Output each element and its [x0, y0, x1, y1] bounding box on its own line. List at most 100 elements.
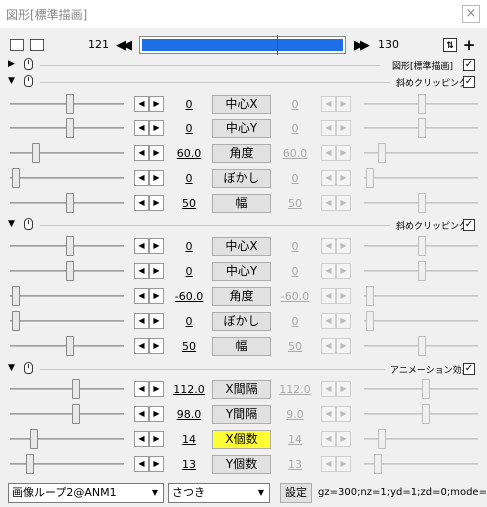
decrement-icon[interactable]: ◀ — [321, 406, 336, 422]
right-slider-thumb[interactable] — [366, 311, 374, 331]
close-button[interactable]: × — [462, 5, 480, 23]
left-stepper[interactable]: ◀ ▶ — [134, 145, 164, 161]
section-header-anim[interactable]: ▼ アニメーション効果 ✓ — [0, 362, 487, 377]
increment-icon[interactable]: ▶ — [149, 195, 164, 211]
collapse-triangle-icon[interactable]: ▼ — [8, 219, 15, 229]
increment-icon[interactable]: ▶ — [149, 170, 164, 186]
left-slider-track[interactable] — [10, 388, 124, 390]
param-button[interactable]: 幅 — [212, 337, 271, 356]
decrement-icon[interactable]: ◀ — [321, 313, 336, 329]
increment-icon[interactable]: ▶ — [336, 238, 351, 254]
right-stepper[interactable]: ◀ ▶ — [321, 238, 351, 254]
decrement-icon[interactable]: ◀ — [134, 145, 149, 161]
increment-icon[interactable]: ▶ — [149, 381, 164, 397]
camera-icon[interactable] — [10, 39, 24, 51]
left-slider-thumb[interactable] — [32, 143, 40, 163]
right-value[interactable]: 13 — [272, 458, 318, 471]
right-value[interactable]: 0 — [272, 265, 318, 278]
decrement-icon[interactable]: ◀ — [321, 238, 336, 254]
param-button[interactable]: 中心X — [212, 237, 271, 256]
left-value[interactable]: 14 — [166, 433, 212, 446]
right-value[interactable]: 0 — [272, 98, 318, 111]
left-value[interactable]: 0 — [166, 265, 212, 278]
right-stepper[interactable]: ◀ ▶ — [321, 263, 351, 279]
left-value[interactable]: 0 — [166, 315, 212, 328]
collapse-triangle-icon[interactable]: ▼ — [8, 76, 15, 86]
decrement-icon[interactable]: ◀ — [134, 263, 149, 279]
param-button[interactable]: 中心Y — [212, 119, 271, 138]
left-value[interactable]: 50 — [166, 197, 212, 210]
section-checkbox[interactable]: ✓ — [463, 59, 475, 71]
section-header-shape[interactable]: ▶ 図形[標準描画] ✓ — [0, 58, 487, 73]
right-stepper[interactable]: ◀ ▶ — [321, 338, 351, 354]
decrement-icon[interactable]: ◀ — [134, 381, 149, 397]
left-value[interactable]: 112.0 — [166, 383, 212, 396]
section-checkbox[interactable]: ✓ — [463, 219, 475, 231]
right-stepper[interactable]: ◀ ▶ — [321, 96, 351, 112]
right-stepper[interactable]: ◀ ▶ — [321, 381, 351, 397]
left-value[interactable]: 0 — [166, 122, 212, 135]
right-slider-track[interactable] — [364, 295, 478, 297]
right-slider-track[interactable] — [364, 320, 478, 322]
right-stepper[interactable]: ◀ ▶ — [321, 406, 351, 422]
increment-icon[interactable]: ▶ — [336, 456, 351, 472]
left-slider-track[interactable] — [10, 413, 124, 415]
increment-icon[interactable]: ▶ — [149, 338, 164, 354]
decrement-icon[interactable]: ◀ — [321, 120, 336, 136]
timeline-bar[interactable] — [139, 35, 346, 55]
left-slider-thumb[interactable] — [66, 236, 74, 256]
right-value[interactable]: 0 — [272, 122, 318, 135]
left-stepper[interactable]: ◀ ▶ — [134, 431, 164, 447]
left-value[interactable]: 13 — [166, 458, 212, 471]
timeline-marker[interactable] — [277, 35, 278, 55]
right-slider-track[interactable] — [364, 413, 478, 415]
param-button[interactable]: X間隔 — [212, 380, 271, 399]
right-value[interactable]: 14 — [272, 433, 318, 446]
decrement-icon[interactable]: ◀ — [134, 238, 149, 254]
right-value[interactable]: 50 — [272, 340, 318, 353]
right-value[interactable]: 0 — [272, 315, 318, 328]
left-slider-thumb[interactable] — [26, 454, 34, 474]
param-button[interactable]: 幅 — [212, 194, 271, 213]
left-slider-thumb[interactable] — [66, 94, 74, 114]
left-slider-thumb[interactable] — [66, 193, 74, 213]
arrows-swap-icon[interactable]: ⇅ — [443, 38, 457, 52]
increment-icon[interactable]: ▶ — [149, 288, 164, 304]
left-stepper[interactable]: ◀ ▶ — [134, 238, 164, 254]
right-slider-thumb[interactable] — [418, 336, 426, 356]
settings-button[interactable]: 設定 — [280, 483, 312, 503]
decrement-icon[interactable]: ◀ — [134, 406, 149, 422]
increment-icon[interactable]: ▶ — [336, 195, 351, 211]
left-slider-track[interactable] — [10, 177, 124, 179]
decrement-icon[interactable]: ◀ — [321, 145, 336, 161]
increment-icon[interactable]: ▶ — [336, 338, 351, 354]
param-button[interactable]: Y間隔 — [212, 405, 271, 424]
right-stepper[interactable]: ◀ ▶ — [321, 288, 351, 304]
increment-icon[interactable]: ▶ — [149, 145, 164, 161]
right-stepper[interactable]: ◀ ▶ — [321, 195, 351, 211]
left-value[interactable]: 0 — [166, 240, 212, 253]
decrement-icon[interactable]: ◀ — [321, 381, 336, 397]
right-value[interactable]: 112.0 — [272, 383, 318, 396]
chevron-down-icon[interactable]: ▼ — [253, 484, 269, 502]
param-button[interactable]: Y個数 — [212, 455, 271, 474]
param-button[interactable]: 中心Y — [212, 262, 271, 281]
increment-icon[interactable]: ▶ — [336, 145, 351, 161]
left-stepper[interactable]: ◀ ▶ — [134, 456, 164, 472]
left-slider-track[interactable] — [10, 152, 124, 154]
increment-icon[interactable]: ▶ — [336, 120, 351, 136]
decrement-icon[interactable]: ◀ — [321, 431, 336, 447]
left-slider-thumb[interactable] — [12, 286, 20, 306]
param-button[interactable]: 角度 — [212, 144, 271, 163]
increment-icon[interactable]: ▶ — [336, 263, 351, 279]
plus-icon[interactable]: + — [462, 38, 476, 53]
right-slider-thumb[interactable] — [378, 143, 386, 163]
decrement-icon[interactable]: ◀ — [134, 96, 149, 112]
decrement-icon[interactable]: ◀ — [321, 338, 336, 354]
script-select[interactable]: 画像ループ2@ANM1 ▼ — [8, 483, 164, 503]
right-value[interactable]: 60.0 — [272, 147, 318, 160]
right-slider-thumb[interactable] — [374, 454, 382, 474]
param-button[interactable]: 角度 — [212, 287, 271, 306]
increment-icon[interactable]: ▶ — [149, 456, 164, 472]
left-stepper[interactable]: ◀ ▶ — [134, 170, 164, 186]
